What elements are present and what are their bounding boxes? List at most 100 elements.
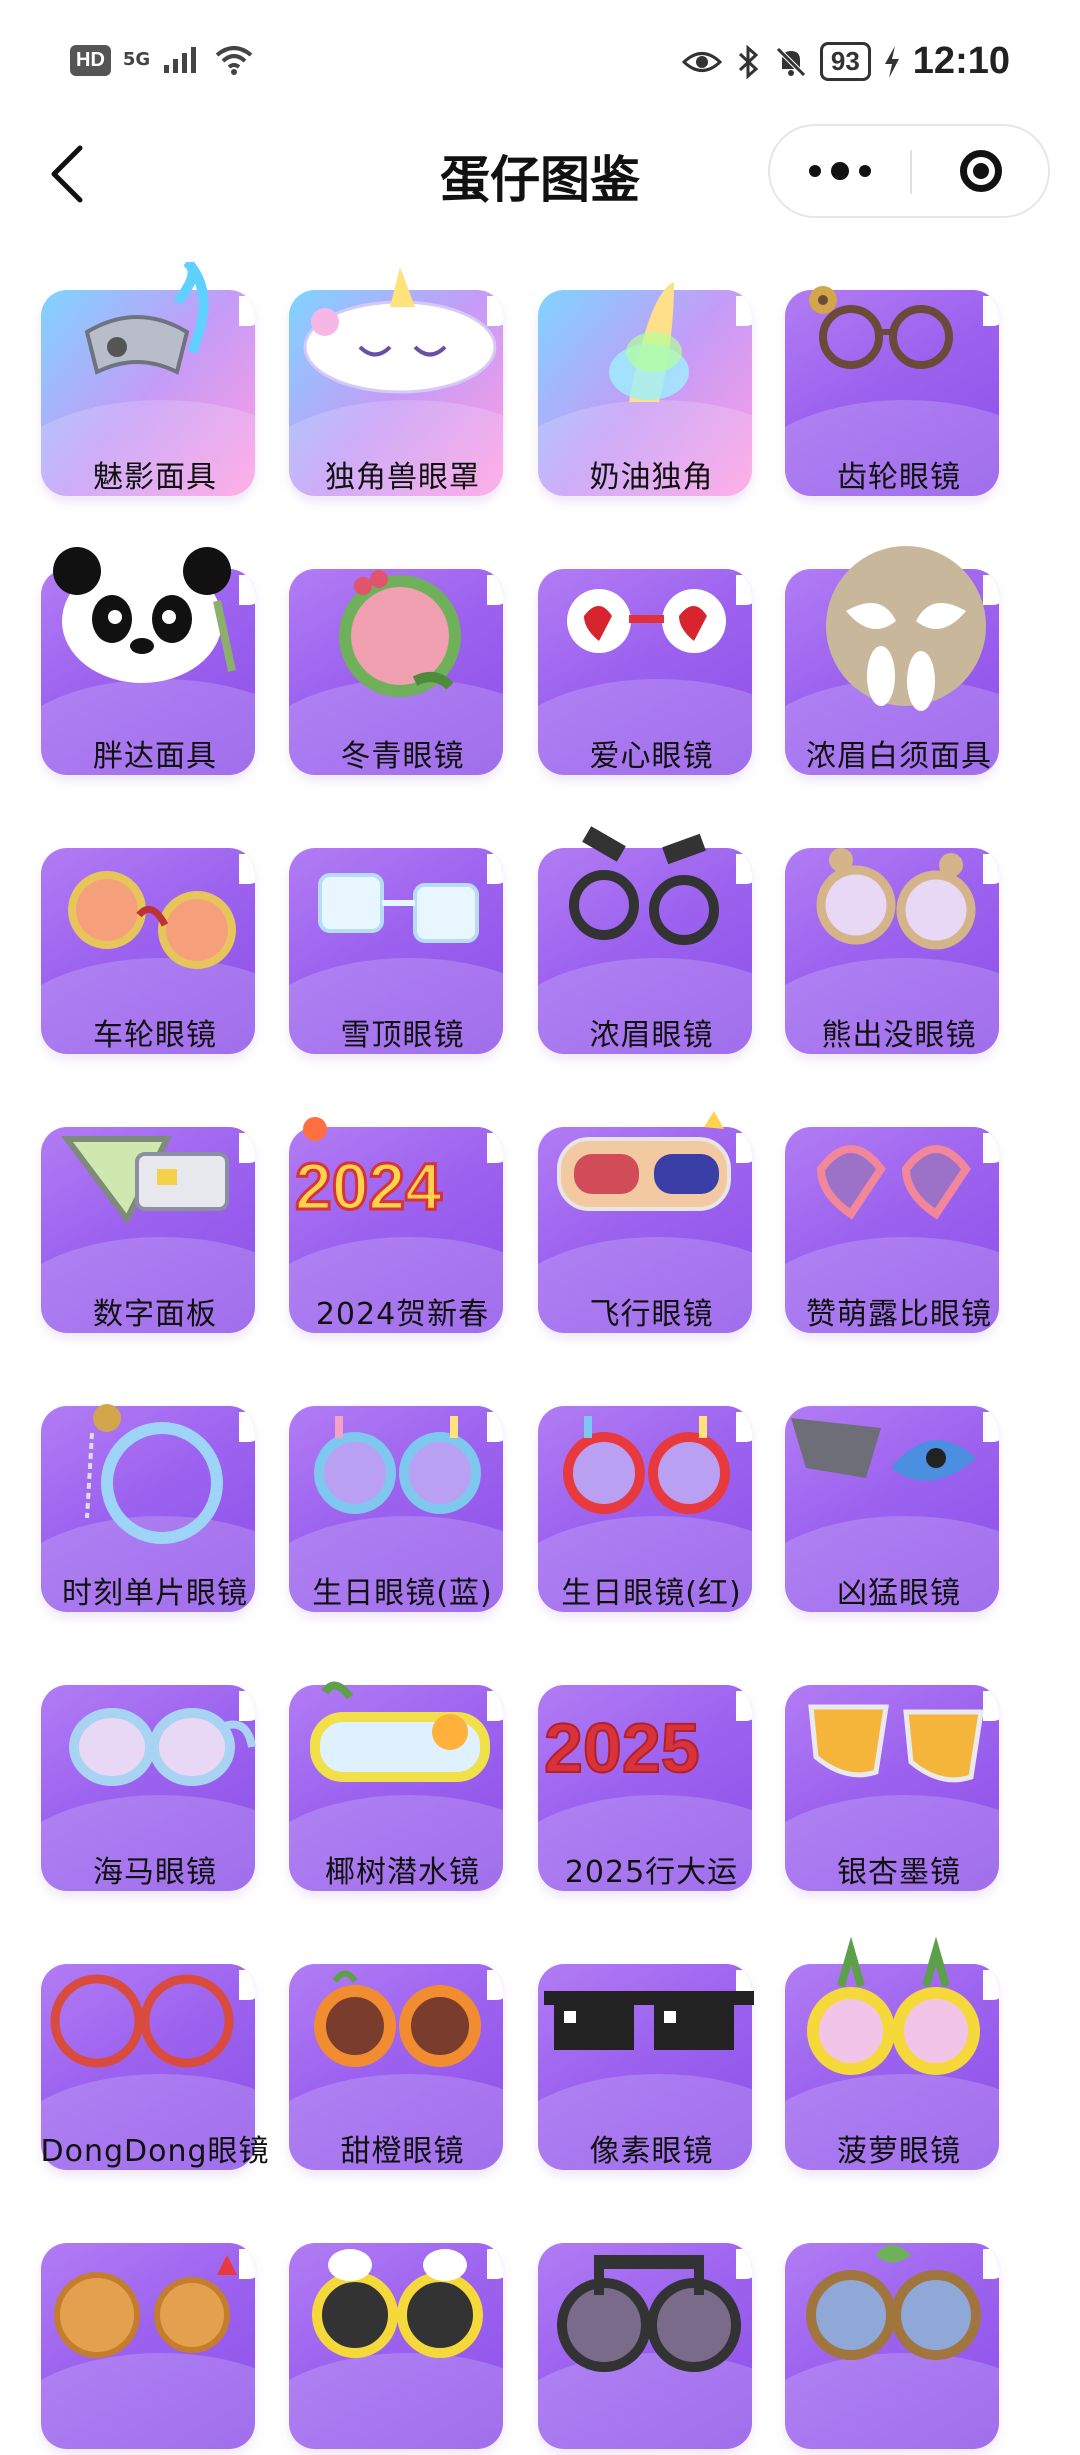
- status-bar: HD 5G 93 12:10: [0, 0, 1080, 130]
- cream-horn-icon: [608, 282, 689, 402]
- item-card[interactable]: 菠萝眼镜: [771, 1936, 1011, 2176]
- item-label: 椰树潜水镜: [325, 1855, 480, 1890]
- ginkgo-sunglasses-icon: [808, 1704, 984, 1783]
- item-card[interactable]: 2025 2025行大运: [524, 1657, 764, 1897]
- close-button[interactable]: [912, 126, 1050, 216]
- charging-icon: [884, 45, 899, 78]
- unicorn-eye-mask-icon: [303, 267, 496, 394]
- bluetooth-icon: [738, 44, 759, 79]
- item-card[interactable]: 冬青眼镜: [275, 541, 515, 781]
- birthday-glasses-red-icon: [562, 1416, 730, 1514]
- phantom-mask-icon: [84, 262, 209, 375]
- item-card[interactable]: 飞行眼镜: [524, 1099, 764, 1339]
- brow-beard-mask-icon: [826, 546, 986, 711]
- item-label: 奶油独角: [589, 460, 714, 495]
- item-card[interactable]: DongDong眼镜: [27, 1936, 269, 2176]
- item-card[interactable]: 凶猛眼镜: [771, 1378, 1011, 1618]
- status-right: 93 12:10: [681, 40, 1010, 83]
- ice-glasses-icon: [317, 873, 479, 943]
- monocle-icon: [85, 1404, 223, 1544]
- nav-bar: 蛋仔图鉴: [0, 120, 1080, 230]
- holly-glasses-icon: [338, 570, 461, 697]
- item-card[interactable]: 魅影面具: [27, 262, 267, 502]
- item-label: 浓眉眼镜: [589, 1018, 714, 1053]
- item-label: 2025行大运: [564, 1855, 739, 1890]
- item-label: 凶猛眼镜: [837, 1576, 961, 1611]
- digital-panel-icon: [61, 1136, 229, 1225]
- battery-level: 93: [819, 42, 871, 81]
- palm-dive-goggles-icon: [309, 1681, 490, 1782]
- pineapple-glasses-icon: [807, 1936, 980, 2075]
- item-label: 熊出没眼镜: [821, 1018, 977, 1053]
- item-card[interactable]: 像素眼镜: [524, 1936, 764, 2176]
- new-year-2024-icon: 2024: [293, 1117, 443, 1225]
- birthday-glasses-blue-icon: [313, 1416, 481, 1514]
- pixel-glasses-icon: [543, 1991, 754, 2050]
- fierce-glasses-icon: [791, 1418, 976, 1481]
- new-year-2025-icon: 2025: [543, 1708, 701, 1788]
- clock: 12:10: [912, 40, 1010, 82]
- item-label: 冬青眼镜: [340, 739, 465, 774]
- item-card[interactable]: [275, 2215, 515, 2455]
- orange-glasses-icon: [313, 1970, 481, 2067]
- item-label: 甜橙眼镜: [340, 2134, 465, 2169]
- wheel-glasses-icon: [68, 871, 236, 969]
- item-card[interactable]: [524, 2215, 764, 2455]
- svg-text:2025: 2025: [544, 1709, 700, 1787]
- cloud-sunglasses-icon: [311, 2249, 483, 2358]
- more-button[interactable]: [770, 126, 910, 216]
- item-label: 生日眼镜(蓝): [312, 1576, 493, 1611]
- dongdong-glasses-icon: [50, 1974, 234, 2068]
- item-card[interactable]: 浓眉眼镜: [524, 820, 764, 1060]
- item-card[interactable]: 爱心眼镜: [524, 541, 764, 781]
- item-card[interactable]: 齿轮眼镜: [771, 262, 1011, 502]
- item-card[interactable]: 雪顶眼镜: [275, 820, 515, 1060]
- item-card[interactable]: 车轮眼镜: [27, 820, 267, 1060]
- item-card[interactable]: 独角兽眼罩: [275, 262, 515, 502]
- gear-glasses-icon: [809, 286, 953, 369]
- item-label: 赞萌露比眼镜: [806, 1297, 992, 1332]
- hd-badge: HD: [70, 44, 111, 76]
- item-card[interactable]: 奶油独角: [524, 262, 764, 502]
- item-label: 独角兽眼罩: [325, 460, 480, 495]
- more-dot-icon: [831, 162, 849, 180]
- close-target-icon: [960, 150, 1002, 192]
- music-glasses-icon: [556, 2255, 741, 2372]
- more-dot-icon: [809, 165, 821, 177]
- item-card[interactable]: 生日眼镜(蓝): [275, 1378, 515, 1618]
- item-card[interactable]: 椰树潜水镜: [275, 1657, 515, 1897]
- item-card[interactable]: 浓眉白须面具: [771, 541, 1011, 781]
- signal-icon: [164, 47, 197, 73]
- brow-glasses-icon: [568, 826, 719, 945]
- item-card[interactable]: 2024 2024贺新春: [275, 1099, 515, 1339]
- item-label: 胖达面具: [93, 739, 217, 774]
- item-label: 时刻单片眼镜: [62, 1576, 248, 1611]
- status-left: HD 5G: [70, 44, 254, 76]
- item-card[interactable]: 生日眼镜(红): [524, 1378, 764, 1618]
- item-card[interactable]: 甜橙眼镜: [275, 1936, 515, 2176]
- heart-glasses-icon: [566, 589, 726, 653]
- bear-glasses-icon: [816, 848, 976, 950]
- waffle-glasses-icon: [54, 2255, 237, 2358]
- panda-mask-icon: [53, 547, 236, 683]
- mute-bell-icon: [776, 46, 806, 77]
- item-card[interactable]: 赞萌露比眼镜: [771, 1099, 1011, 1339]
- item-label: 车轮眼镜: [93, 1018, 217, 1053]
- item-card[interactable]: [27, 2215, 267, 2455]
- item-card[interactable]: 海马眼镜: [27, 1657, 267, 1897]
- item-label: 飞行眼镜: [589, 1297, 714, 1332]
- item-card[interactable]: [771, 2215, 1011, 2455]
- item-label: 雪顶眼镜: [340, 1018, 465, 1053]
- item-card[interactable]: 胖达面具: [27, 541, 267, 781]
- item-card[interactable]: 时刻单片眼镜: [27, 1378, 267, 1618]
- item-label: 2024贺新春: [315, 1297, 490, 1332]
- item-card[interactable]: 熊出没眼镜: [771, 820, 1011, 1060]
- item-card[interactable]: 数字面板: [27, 1099, 267, 1339]
- item-card[interactable]: 银杏墨镜: [771, 1657, 1011, 1897]
- mini-program-capsule: [768, 124, 1050, 218]
- wifi-icon: [215, 46, 253, 75]
- item-label: DongDong眼镜: [40, 2134, 270, 2169]
- item-label: 像素眼镜: [589, 2134, 714, 2169]
- flight-goggles-icon: [556, 1111, 731, 1211]
- network-type: 5G: [122, 49, 151, 70]
